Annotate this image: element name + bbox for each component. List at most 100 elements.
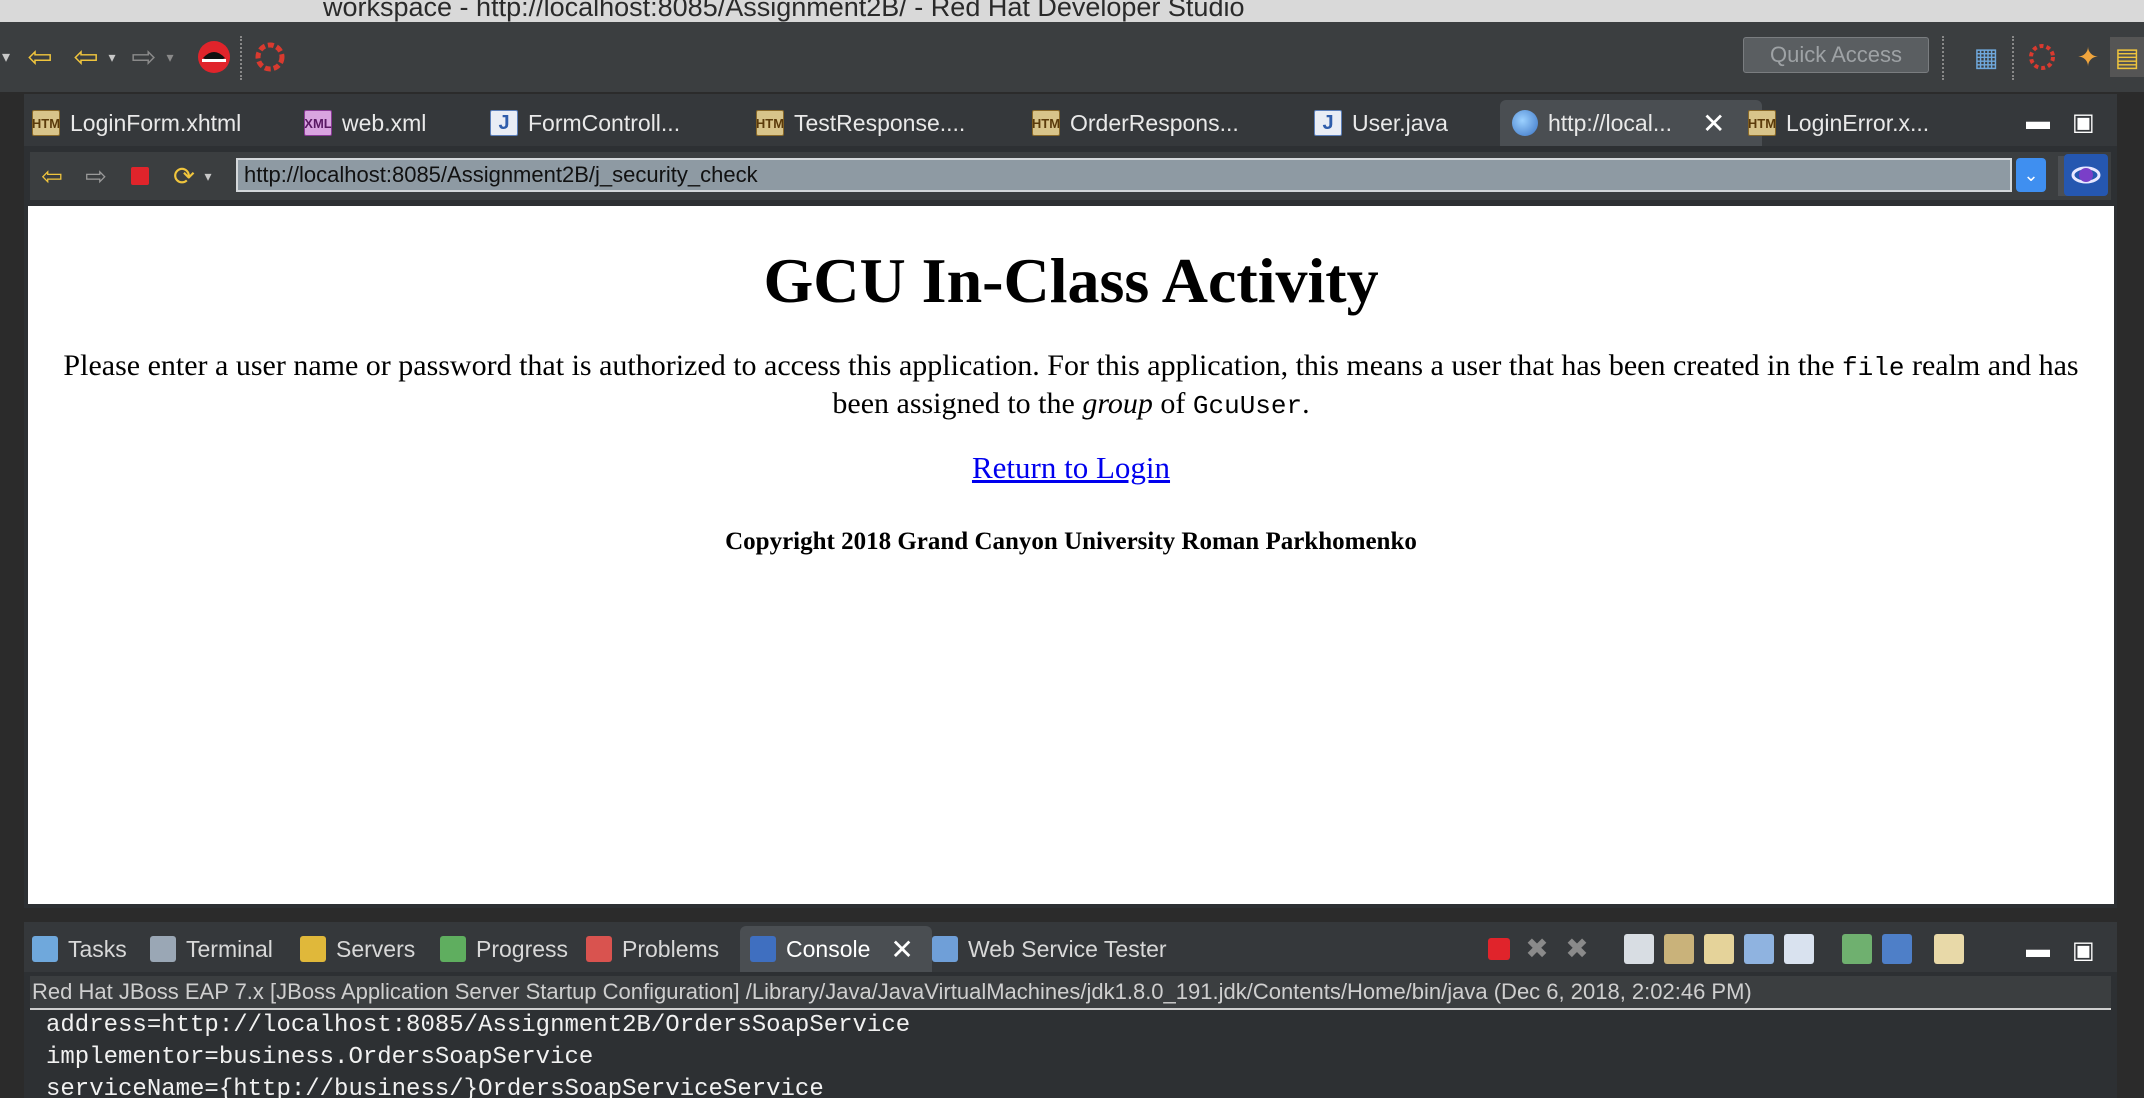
window-title: workspace - http://localhost:8085/Assign… <box>323 0 1245 22</box>
tab-label: TestResponse.... <box>794 109 966 136</box>
console-launch-description: Red Hat JBoss EAP 7.x [JBoss Application… <box>30 976 2111 1008</box>
pin-console-icon[interactable] <box>1842 934 1872 964</box>
back-dropdown-icon[interactable]: ▾ <box>104 37 120 77</box>
last-edit-location-icon[interactable]: ⇦ <box>22 37 58 77</box>
bottom-panel: Tasks Terminal Servers Progress Problems… <box>24 922 2117 1098</box>
tab-web-xml[interactable]: XML web.xml <box>304 100 426 146</box>
page-heading: GCU In-Class Activity <box>763 245 1379 316</box>
java-file-icon: J <box>490 110 518 136</box>
editor-area: HTM LoginForm.xhtml XML web.xml J FormCo… <box>24 94 2117 908</box>
tab-label: LoginForm.xhtml <box>70 109 242 136</box>
minimize-icon[interactable]: ▬ <box>2026 108 2050 136</box>
tab-user-java[interactable]: J User.java <box>1314 100 1448 146</box>
tab-orderresponse[interactable]: HTM OrderRespons... <box>1032 100 1239 146</box>
htm-file-icon: HTM <box>756 110 784 136</box>
tab-label: FormControll... <box>528 109 681 136</box>
console-icon <box>750 936 776 962</box>
tab-label: OrderRespons... <box>1070 109 1239 136</box>
realm-code: file <box>1842 353 1905 383</box>
tab-label: Terminal <box>186 935 273 962</box>
tab-label: User.java <box>1352 109 1448 136</box>
browser-page: GCU In-Class Activity Please enter a use… <box>28 206 2114 904</box>
servers-icon <box>300 936 326 962</box>
tab-tasks[interactable]: Tasks <box>32 926 127 972</box>
tab-terminal[interactable]: Terminal <box>150 926 273 972</box>
close-icon[interactable]: ✕ <box>1702 107 1725 140</box>
htm-file-icon: HTM <box>32 110 60 136</box>
browser-forward-icon[interactable]: ⇨ <box>78 158 114 194</box>
terminate-icon[interactable] <box>1488 938 1510 960</box>
tasks-icon <box>32 936 58 962</box>
main-toolbar: ▾ ⇦ ⇦ ▾ ⇨ ▾ Quick Access ▦ ✦ ▤ <box>0 22 2144 92</box>
window-titlebar: workspace - http://localhost:8085/Assign… <box>0 0 2144 22</box>
tab-servers[interactable]: Servers <box>300 926 415 972</box>
tab-web-service-tester[interactable]: Web Service Tester <box>932 926 1167 972</box>
tab-problems[interactable]: Problems <box>586 926 719 972</box>
open-external-browser-icon[interactable] <box>2064 154 2108 196</box>
tab-loginform-xhtml[interactable]: HTM LoginForm.xhtml <box>32 100 241 146</box>
remove-all-terminated-icon[interactable]: ✖ <box>1562 934 1592 964</box>
close-icon[interactable]: ✕ <box>890 933 913 966</box>
htm-file-icon: HTM <box>1748 110 1776 136</box>
tab-testresponse[interactable]: HTM TestResponse.... <box>756 100 965 146</box>
maximize-icon[interactable]: ▣ <box>2072 108 2095 137</box>
console-line: implementor=business.OrdersSoapService <box>46 1044 594 1071</box>
show-on-error-icon[interactable] <box>1784 934 1814 964</box>
jee-perspective-icon[interactable]: ✦ <box>2070 37 2106 77</box>
quick-access-field[interactable]: Quick Access <box>1743 37 1929 73</box>
tab-label: LoginError.x... <box>1786 109 1930 136</box>
refresh-dropdown-icon[interactable]: ▾ <box>200 158 216 194</box>
console-line: address=http://localhost:8085/Assignment… <box>46 1012 911 1039</box>
display-console-icon[interactable] <box>1882 934 1912 964</box>
maximize-icon[interactable]: ▣ <box>2072 936 2095 965</box>
tab-console[interactable]: Console ✕ <box>740 926 932 972</box>
progress-icon <box>440 936 466 962</box>
tab-browser-localhost[interactable]: http://local... ✕ <box>1500 100 1762 146</box>
message-text: Please enter a user name or password tha… <box>63 349 1835 382</box>
clear-console-icon[interactable] <box>1624 934 1654 964</box>
browser-back-icon[interactable]: ⇦ <box>34 158 70 194</box>
openshift-icon[interactable] <box>252 37 288 77</box>
message-text: . <box>1302 387 1310 420</box>
debug-perspective-icon[interactable] <box>2024 37 2060 77</box>
editor-tab-bar: HTM LoginForm.xhtml XML web.xml J FormCo… <box>24 94 2117 146</box>
show-on-output-icon[interactable] <box>1744 934 1774 964</box>
redhat-icon[interactable] <box>196 37 232 77</box>
tab-label: web.xml <box>342 109 427 136</box>
tab-label: Console <box>786 935 871 962</box>
tab-label: Progress <box>476 935 569 962</box>
problems-icon <box>586 936 612 962</box>
panel-tab-bar: Tasks Terminal Servers Progress Problems… <box>24 922 2117 972</box>
remove-launch-icon[interactable]: ✖ <box>1522 934 1552 964</box>
console-output[interactable]: address=http://localhost:8085/Assignment… <box>46 1010 910 1098</box>
group-emphasis: group <box>1082 387 1153 420</box>
java-perspective-icon[interactable]: ▤ <box>2110 37 2144 77</box>
toolbar-menu-icon[interactable]: ▾ <box>2 37 10 77</box>
tab-loginerror[interactable]: HTM LoginError.x... <box>1748 100 1929 146</box>
minimize-icon[interactable]: ▬ <box>2026 936 2050 964</box>
group-code: GcuUser <box>1192 391 1303 421</box>
open-perspective-icon[interactable]: ▦ <box>1968 37 2004 77</box>
xml-file-icon: XML <box>304 110 332 136</box>
copyright-text: Copyright 2018 Grand Canyon University R… <box>725 528 1417 555</box>
url-input[interactable]: http://localhost:8085/Assignment2B/j_sec… <box>236 158 2012 192</box>
toolbar-separator <box>1942 36 1944 80</box>
tab-formcontroller[interactable]: J FormControll... <box>490 100 680 146</box>
tab-label: Servers <box>336 935 416 962</box>
message-text: of <box>1160 387 1186 420</box>
forward-icon[interactable]: ⇨ <box>126 37 162 77</box>
return-to-login-link[interactable]: Return to Login <box>972 450 1170 486</box>
back-icon[interactable]: ⇦ <box>68 37 104 77</box>
url-history-dropdown-icon[interactable]: ⌄ <box>2016 158 2046 192</box>
forward-dropdown-icon[interactable]: ▾ <box>162 37 178 77</box>
open-console-icon[interactable] <box>1934 934 1964 964</box>
tab-label: Tasks <box>68 935 127 962</box>
tab-progress[interactable]: Progress <box>440 926 568 972</box>
browser-stop-icon[interactable] <box>122 158 158 194</box>
browser-refresh-icon[interactable]: ⟳ <box>166 158 202 194</box>
java-file-icon: J <box>1314 110 1342 136</box>
page-message: Please enter a user name or password tha… <box>48 348 2094 424</box>
scroll-lock-icon[interactable] <box>1664 934 1694 964</box>
word-wrap-icon[interactable] <box>1704 934 1734 964</box>
htm-file-icon: HTM <box>1032 110 1060 136</box>
